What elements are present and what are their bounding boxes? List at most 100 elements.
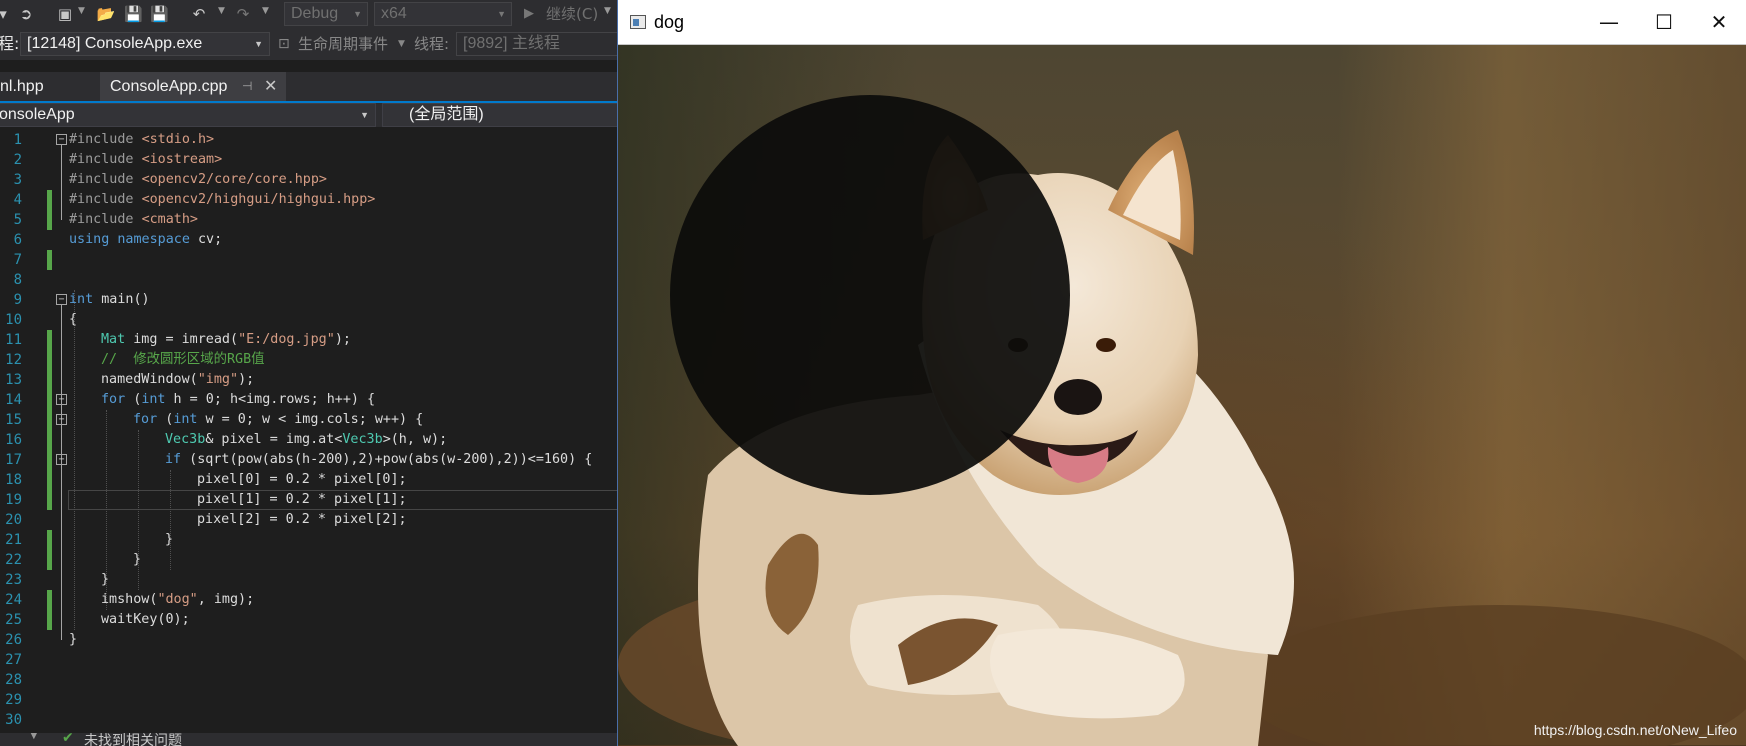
thread-select[interactable]: [9892] 主线程 (456, 32, 618, 56)
line-number: 29 (5, 692, 22, 708)
image-window: dog — ☐ ✕ https://blog.csdn.net/oNew_Lif… (617, 0, 1746, 746)
tab-nl-hpp[interactable]: nl.hpp (0, 72, 100, 101)
code-text: h = 0; h<img.rows; h++) { (165, 392, 376, 407)
toolbar: ▾ ➲ ▣ ▼ 📂 💾 💾 ↶ ▼ ↷ ▼ Debug ▼ x64 ▼ ▶ 继续… (0, 0, 618, 28)
continue-button[interactable]: 继续(C) (546, 3, 598, 25)
collapse-icon[interactable]: − (56, 394, 67, 405)
line-number: 15 (5, 412, 22, 428)
platform-select[interactable]: x64 ▼ (374, 2, 512, 26)
check-icon: ✔ (62, 733, 74, 746)
window-titlebar[interactable]: dog — ☐ ✕ (618, 0, 1746, 45)
code-line-20: pixel[2] = 0.2 * pixel[2]; (197, 510, 407, 530)
collapse-icon[interactable]: − (56, 454, 67, 465)
include-path: <opencv2/core/core.hpp> (141, 172, 327, 187)
save-all-icon[interactable]: 💾 (150, 4, 169, 24)
chevron-down-icon[interactable]: ▼ (78, 6, 85, 16)
change-marker (47, 330, 52, 510)
issues-status[interactable]: 未找到相关问题 (84, 733, 182, 746)
continue-dropdown-icon[interactable]: ▼ (604, 6, 611, 16)
pin-icon[interactable]: ⊣ (242, 72, 252, 101)
tab-consoleapp-cpp[interactable]: ConsoleApp.cpp ⊣ ✕ (100, 72, 286, 101)
code-line-6: using namespace cv; (69, 230, 222, 250)
code-line-12: // 修改圆形区域的RGB值 (101, 350, 265, 370)
tab-label: nl.hpp (0, 78, 44, 95)
line-number: 14 (5, 392, 22, 408)
project-select[interactable]: onsoleApp ▼ (0, 103, 376, 127)
string-literal: "dog" (157, 592, 198, 607)
save-icon[interactable]: 💾 (124, 4, 143, 24)
process-select[interactable]: [12148] ConsoleApp.exe ▼ (20, 32, 270, 56)
code-text: waitKey(0); (101, 612, 190, 627)
line-number: 21 (5, 532, 22, 548)
line-number: 8 (13, 272, 22, 288)
collapse-icon[interactable]: − (56, 294, 67, 305)
code-text: w = 0; w < img.cols; w++) { (197, 412, 424, 427)
line-number: 23 (5, 572, 22, 588)
configuration-value: Debug (291, 5, 339, 22)
dog-right-eye (1096, 338, 1116, 352)
line-number: 2 (13, 152, 22, 168)
code-line-10: { (69, 310, 77, 330)
code-text: & pixel = img.at< (205, 432, 343, 447)
scope-select[interactable]: (全局范围) (382, 103, 618, 127)
code-text: ( (125, 392, 142, 407)
undo-icon[interactable]: ↶ (190, 4, 208, 24)
line-number: 26 (5, 632, 22, 648)
chevron-down-icon: ▼ (254, 39, 263, 49)
collapse-icon[interactable]: − (56, 414, 67, 425)
fold-guide (61, 145, 62, 220)
type-name: Vec3b (342, 432, 383, 447)
line-number: 7 (13, 252, 22, 268)
lifecycle-icon[interactable]: ⊡ (278, 32, 290, 56)
lifecycle-events-button[interactable]: 生命周期事件 (298, 32, 388, 56)
keyword: namespace (117, 232, 190, 247)
darkened-circle-region (670, 95, 1070, 495)
code-editor[interactable]: 1 2 3 4 5 6 7 8 9 10 11 12 13 14 15 16 1… (0, 130, 618, 733)
line-number: 19 (5, 492, 22, 508)
include-path: <iostream> (141, 152, 223, 167)
code-text: ); (334, 332, 351, 347)
code-line-26: } (69, 630, 77, 650)
maximize-button[interactable]: ☐ (1636, 0, 1692, 45)
keyword: int (141, 392, 166, 407)
comment: // 修改圆形区域的RGB值 (101, 352, 265, 367)
close-tab-icon[interactable]: ✕ (264, 72, 277, 101)
configuration-select[interactable]: Debug ▼ (284, 2, 368, 26)
redo-dropdown-icon[interactable]: ▼ (262, 6, 269, 16)
code-line-24: imshow("dog", img); (101, 590, 254, 610)
document-tabs: nl.hpp ConsoleApp.cpp ⊣ ✕ (0, 72, 618, 101)
fold-guide (61, 305, 62, 640)
minimize-button[interactable]: — (1581, 0, 1637, 45)
dropdown-icon[interactable]: ▾ (0, 4, 10, 24)
new-item-icon[interactable]: ▣ (56, 4, 74, 24)
chevron-down-icon[interactable]: ▼ (398, 32, 405, 56)
include-path: <stdio.h> (141, 132, 215, 147)
code-line-11: Mat img = imread("E:/dog.jpg"); (101, 330, 351, 350)
change-marker (47, 590, 52, 630)
close-button[interactable]: ✕ (1691, 0, 1746, 45)
chevron-down-icon[interactable]: ▼ (30, 733, 38, 741)
code-text: } (133, 552, 142, 567)
code-text: ( (157, 412, 174, 427)
code-line-13: namedWindow("img"); (101, 370, 254, 390)
open-folder-icon[interactable]: 📂 (96, 4, 116, 24)
line-number: 30 (5, 712, 22, 728)
undo-dropdown-icon[interactable]: ▼ (218, 6, 225, 16)
directive: #include (69, 152, 142, 167)
watermark: https://blog.csdn.net/oNew_Lifeo (1533, 722, 1737, 738)
code-text: } (69, 632, 78, 647)
collapse-icon[interactable]: − (56, 134, 67, 145)
line-number: 9 (13, 292, 22, 308)
code-line-3: #include <opencv2/core/core.hpp> (69, 170, 327, 190)
forward-icon[interactable]: ➲ (18, 4, 34, 24)
code-text: imshow( (101, 592, 158, 607)
line-number: 12 (5, 352, 22, 368)
status-bar: ▼ ✔ 未找到相关问题 (0, 733, 618, 746)
line-number: 5 (13, 212, 22, 228)
redo-icon[interactable]: ↷ (234, 4, 252, 24)
string-literal: "img" (197, 372, 239, 387)
code-text: pixel[0] = 0.2 * pixel[0]; (197, 472, 407, 487)
directive: #include (69, 192, 142, 207)
play-icon[interactable]: ▶ (522, 4, 536, 24)
line-number: 13 (5, 372, 22, 388)
